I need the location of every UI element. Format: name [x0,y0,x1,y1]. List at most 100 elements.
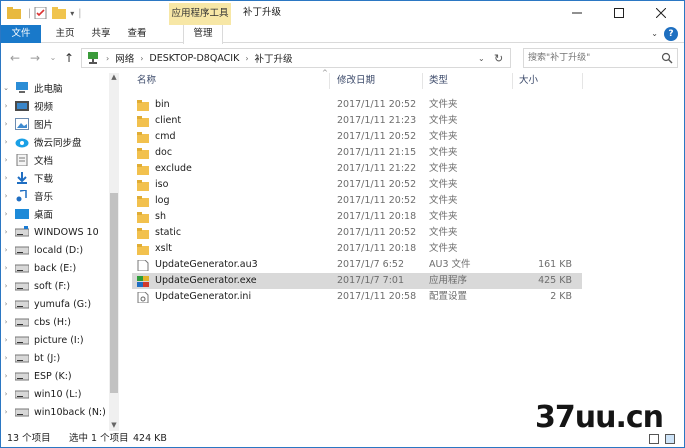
chevron-right-icon[interactable]: › [1,174,11,182]
quick-access-toolbar: | ▾ | [7,5,81,21]
sidebar-item-windows10[interactable]: › WINDOWS 10 [1,223,109,241]
large-icons-view-icon[interactable] [665,434,675,444]
search-box[interactable] [523,48,678,68]
chevron-right-icon[interactable]: › [1,318,11,326]
file-size [517,209,572,225]
tab-home[interactable]: 主页 [49,25,81,43]
chevron-right-icon[interactable]: › [1,282,11,290]
sidebar-item-drive-d[interactable]: › locald (D:) [1,241,109,259]
column-header-type[interactable]: 类型 [429,73,448,89]
file-size [517,113,572,129]
breadcrumb-network[interactable]: 网络 [115,51,134,65]
tab-share[interactable]: 共享 [85,25,117,43]
sidebar-item-drive-k[interactable]: › ESP (K:) [1,367,109,385]
recent-locations-icon[interactable]: ⌄ [45,49,61,67]
chevron-down-icon[interactable]: ⌄ [1,84,11,92]
sidebar-item-drive-i[interactable]: › picture (I:) [1,331,109,349]
file-row[interactable]: sh 2017/1/11 20:18 文件夹 [132,209,582,225]
tab-view[interactable]: 查看 [121,25,153,43]
scroll-down-icon[interactable]: ▼ [109,421,119,431]
chevron-right-icon[interactable]: › [1,372,11,380]
column-header-date[interactable]: 修改日期 [337,73,375,89]
sidebar-item-music[interactable]: › 音乐 [1,187,109,205]
sidebar-item-documents[interactable]: › 文档 [1,151,109,169]
scroll-up-icon[interactable]: ▲ [109,73,119,83]
column-divider[interactable] [582,73,583,89]
chevron-right-icon[interactable]: › [1,210,11,218]
chevron-right-icon[interactable]: › [1,156,11,164]
expand-ribbon-icon[interactable]: ⌄ [651,29,658,38]
file-row[interactable]: iso 2017/1/11 20:52 文件夹 [132,177,582,193]
maximize-button[interactable] [598,1,640,25]
chevron-right-icon[interactable]: › [1,300,11,308]
file-name: cmd [155,131,176,142]
file-row-selected[interactable]: UpdateGenerator.exe 2017/1/7 7:01 应用程序 4… [132,273,582,289]
search-input[interactable] [528,49,656,67]
refresh-icon[interactable]: ↻ [494,52,503,65]
sidebar-scrollbar[interactable]: ▲ ▼ [109,73,119,431]
chevron-right-icon[interactable]: › [1,408,11,416]
breadcrumb-folder[interactable]: 补丁升级 [255,51,293,65]
chevron-right-icon[interactable]: › [1,354,11,362]
sidebar-item-drive-h[interactable]: › cbs (H:) [1,313,109,331]
sidebar-item-videos[interactable]: › 视频 [1,97,109,115]
file-row[interactable]: bin 2017/1/11 20:52 文件夹 [132,97,582,113]
address-bar[interactable]: › 网络 › DESKTOP-D8QACIK › 补丁升级 ⌄ ↻ [81,48,511,68]
sidebar-item-drive-n[interactable]: › win10back (N:) [1,403,109,421]
scrollbar-thumb[interactable] [110,193,118,393]
sidebar-item-weiyun[interactable]: › 微云同步盘 [1,133,109,151]
documents-icon [16,154,28,166]
sidebar-item-this-pc[interactable]: ⌄ 此电脑 [1,79,109,97]
properties-icon[interactable] [34,7,48,19]
close-button[interactable] [640,1,682,25]
column-header-size[interactable]: 大小 [519,73,538,89]
chevron-down-icon[interactable]: ▾ [70,9,74,18]
file-row[interactable]: UpdateGenerator.au3 2017/1/7 6:52 AU3 文件… [132,257,582,273]
sidebar-item-drive-e[interactable]: › back (E:) [1,259,109,277]
up-button[interactable]: ↑ [61,49,77,67]
tab-manage[interactable]: 管理 [183,25,223,44]
chevron-right-icon[interactable]: › [1,228,11,236]
file-row[interactable]: exclude 2017/1/11 21:22 文件夹 [132,161,582,177]
sidebar-item-pictures[interactable]: › 图片 [1,115,109,133]
chevron-right-icon[interactable]: › [1,102,11,110]
sidebar-item-drive-l[interactable]: › win10 (L:) [1,385,109,403]
sidebar-item-label: 视频 [34,102,54,113]
forward-button[interactable]: → [27,49,43,67]
sidebar-item-label: 微云同步盘 [34,138,82,149]
column-divider[interactable] [512,73,513,89]
chevron-right-icon[interactable]: › [1,246,11,254]
file-row[interactable]: UpdateGenerator.ini 2017/1/11 20:58 配置设置… [132,289,582,305]
file-row[interactable]: doc 2017/1/11 21:15 文件夹 [132,145,582,161]
chevron-right-icon[interactable]: › [1,390,11,398]
chevron-right-icon[interactable]: › [1,336,11,344]
file-row[interactable]: client 2017/1/11 21:23 文件夹 [132,113,582,129]
column-divider[interactable] [422,73,423,89]
chevron-right-icon[interactable]: › [1,138,11,146]
new-folder-icon[interactable] [52,7,67,19]
tab-file[interactable]: 文件 [1,25,41,43]
minimize-button[interactable] [556,1,598,25]
file-type: 文件夹 [429,211,458,222]
details-view-icon[interactable] [649,434,659,444]
sidebar-item-desktop[interactable]: › 桌面 [1,205,109,223]
chevron-right-icon[interactable]: › [1,120,11,128]
sidebar-item-drive-f[interactable]: › soft (F:) [1,277,109,295]
file-row[interactable]: static 2017/1/11 20:52 文件夹 [132,225,582,241]
file-row[interactable]: xslt 2017/1/11 20:18 文件夹 [132,241,582,257]
search-icon[interactable] [661,52,673,64]
file-row[interactable]: log 2017/1/11 20:52 文件夹 [132,193,582,209]
breadcrumb-computer[interactable]: DESKTOP-D8QACIK [149,53,239,64]
back-button[interactable]: ← [7,49,23,67]
chevron-right-icon[interactable]: › [1,192,11,200]
chevron-right-icon[interactable]: › [1,264,11,272]
address-dropdown-icon[interactable]: ⌄ [478,54,485,63]
sidebar-item-drive-j[interactable]: › bt (J:) [1,349,109,367]
sidebar-item-downloads[interactable]: › 下载 [1,169,109,187]
sidebar-item-drive-g[interactable]: › yumufa (G:) [1,295,109,313]
file-row[interactable]: cmd 2017/1/11 20:52 文件夹 [132,129,582,145]
column-divider[interactable] [329,73,330,89]
file-name: doc [155,147,173,158]
column-header-name[interactable]: 名称 [137,73,156,89]
help-icon[interactable]: ? [664,27,678,41]
